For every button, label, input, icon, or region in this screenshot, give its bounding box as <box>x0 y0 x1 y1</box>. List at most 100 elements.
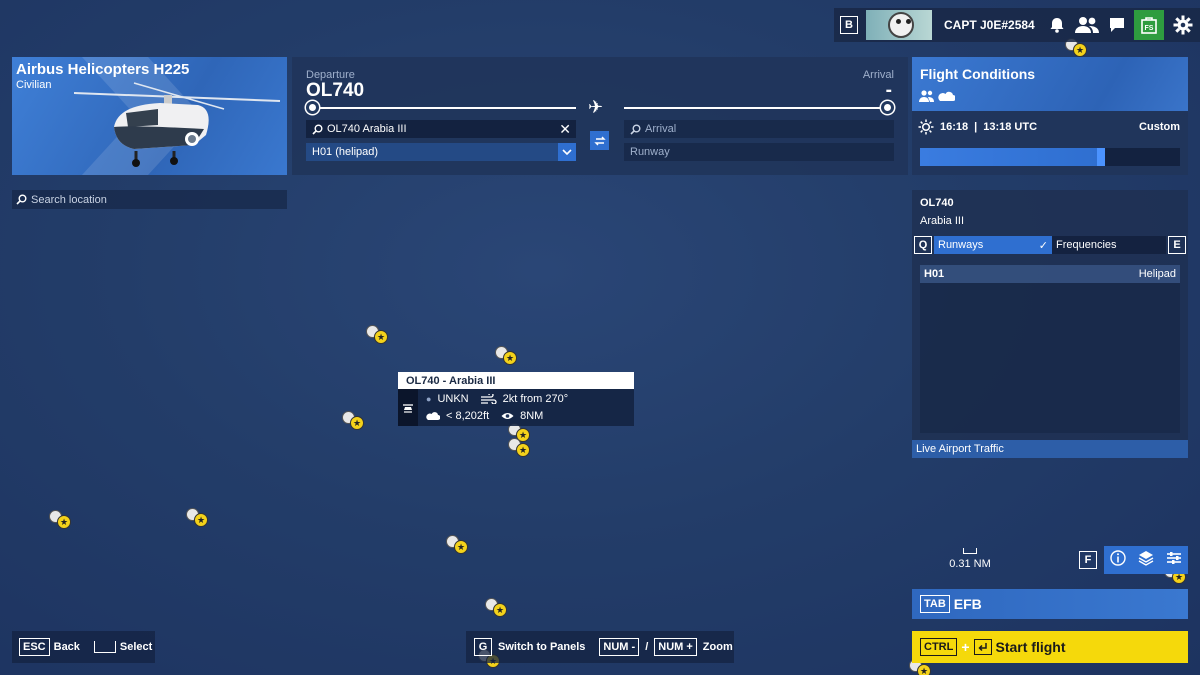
marketplace-button[interactable]: FS <box>1134 10 1164 40</box>
cloud-icon <box>426 412 440 420</box>
bell-icon[interactable] <box>1042 10 1072 40</box>
conditions-preset: Custom <box>1139 121 1180 133</box>
cloud-ceiling: < 8,202ft <box>446 410 490 422</box>
bottom-center-controls: G Switch to Panels NUM - / NUM + Zoom <box>466 631 734 663</box>
gear-icon[interactable] <box>1168 10 1198 40</box>
start-flight-button[interactable]: CTRL + Start flight <box>912 631 1188 663</box>
weather-icons <box>919 90 955 102</box>
airport-marker[interactable]: ★ <box>495 346 519 366</box>
airport-marker[interactable]: ★ <box>508 438 532 458</box>
plus-separator: + <box>961 639 970 655</box>
efb-label: EFB <box>953 596 982 612</box>
live-airport-traffic-button[interactable]: Live Airport Traffic <box>912 440 1188 458</box>
airport-code: OL740 <box>920 197 954 209</box>
airport-marker[interactable]: ★ <box>485 598 509 618</box>
layers-icon[interactable] <box>1138 550 1154 571</box>
search-icon <box>630 124 641 135</box>
flight-conditions-title: Flight Conditions <box>920 66 1036 82</box>
runway-row[interactable]: H01 Helipad <box>920 265 1180 283</box>
route-line-departure <box>312 107 576 109</box>
airport-name: Arabia III <box>920 215 965 227</box>
arrival-code: - <box>885 80 892 101</box>
runway-list <box>920 283 1180 433</box>
airport-tooltip: OL740 - Arabia III ● UNKN 2kt from 270° … <box>398 372 634 426</box>
zoom-in-key[interactable]: NUM + <box>654 638 697 656</box>
filter-key-hint: F <box>1079 551 1097 569</box>
arrival-airport-placeholder: Arrival <box>645 123 677 135</box>
flight-conditions-panel[interactable]: Flight Conditions 16:18 | 13:18 UTC Cust… <box>912 57 1188 175</box>
select-button[interactable]: Select <box>120 641 152 653</box>
marketplace-label: FS <box>1145 25 1154 32</box>
local-time: 16:18 <box>940 121 969 133</box>
back-button[interactable]: Back <box>54 641 80 653</box>
live-airport-traffic-label: Live Airport Traffic <box>916 443 1004 455</box>
tooltip-title: OL740 - Arabia III <box>398 372 634 389</box>
username[interactable]: CAPT J0E#2584 <box>944 18 1042 32</box>
search-icon <box>312 124 323 135</box>
space-key-icon <box>93 641 116 653</box>
zoom-out-key[interactable]: NUM - <box>599 638 640 656</box>
departure-parking-select[interactable]: H01 (helipad) <box>306 143 576 161</box>
metar-dot-icon: ● <box>426 394 432 404</box>
eye-icon <box>501 413 514 419</box>
chevron-down-icon[interactable] <box>558 143 576 161</box>
aircraft-category: Civilian <box>16 79 52 91</box>
arrival-runway-select[interactable]: Runway <box>624 143 894 161</box>
tab-frequencies[interactable]: Frequencies <box>1052 236 1166 254</box>
departure-dot <box>306 101 319 114</box>
aircraft-name: Airbus Helicopters H225 <box>16 61 190 78</box>
time-slider-fill <box>920 148 1097 166</box>
clear-icon[interactable]: ✕ <box>559 121 571 138</box>
start-flight-label: Start flight <box>995 639 1066 655</box>
map-scale-label: 0.31 NM <box>949 558 991 570</box>
switch-to-panels-button[interactable]: Switch to Panels <box>498 641 585 653</box>
swap-route-button[interactable] <box>590 131 609 150</box>
search-location-placeholder: Search location <box>31 193 107 206</box>
route-line-arrival <box>624 107 886 109</box>
map-tools <box>1104 546 1188 574</box>
tab-prev-key: Q <box>914 236 932 254</box>
time-of-day-slider[interactable] <box>920 148 1180 166</box>
utc-time: 13:18 UTC <box>983 121 1038 133</box>
airplane-icon: ✈ <box>588 97 604 117</box>
departure-airport-field[interactable]: OL740 Arabia III ✕ <box>306 120 576 138</box>
zoom-label: Zoom <box>702 641 733 653</box>
departure-parking-value: H01 (helipad) <box>312 146 379 158</box>
tab-runways-label: Runways <box>938 239 984 251</box>
visibility-value: 8NM <box>520 410 544 422</box>
wind-value: 2kt from 270° <box>502 393 569 405</box>
chat-icon[interactable] <box>1102 10 1132 40</box>
airport-marker[interactable]: ★ <box>49 510 73 530</box>
route-panel: Departure Arrival OL740 - ✈ OL740 Arabia… <box>292 57 908 175</box>
panels-key-hint: G <box>474 638 492 656</box>
bottom-left-controls: ESC Back Select <box>12 631 155 663</box>
scale-bar <box>963 548 977 554</box>
start-key-hint: CTRL <box>920 638 958 656</box>
time-separator: | <box>974 121 978 133</box>
heliport-icon <box>398 389 418 426</box>
filters-icon[interactable] <box>1166 551 1182 570</box>
map-scale: 0.31 NM <box>948 548 992 570</box>
top-bar: B CAPT J0E#2584 FS <box>834 8 1200 42</box>
friends-key-hint: B <box>840 16 858 34</box>
arrival-airport-field[interactable]: Arrival <box>624 120 894 138</box>
enter-key-icon <box>973 639 992 655</box>
airport-marker[interactable]: ★ <box>186 508 210 528</box>
info-icon[interactable] <box>1110 549 1126 571</box>
search-location-input[interactable]: Search location <box>12 190 287 209</box>
avatar[interactable] <box>866 10 932 40</box>
runway-id: H01 <box>924 268 945 280</box>
swap-icon <box>593 136 606 145</box>
efb-button[interactable]: TAB EFB <box>912 589 1188 619</box>
time-slider-thumb[interactable] <box>1096 148 1105 166</box>
metar-status: UNKN <box>437 393 469 405</box>
friends-icon[interactable] <box>1072 10 1102 40</box>
tab-runways[interactable]: Runways ✓ <box>934 236 1052 254</box>
sun-icon <box>918 119 934 135</box>
check-icon: ✓ <box>1038 239 1048 252</box>
airport-marker[interactable]: ★ <box>342 411 366 431</box>
aircraft-selection-card[interactable]: Airbus Helicopters H225 Civilian <box>12 57 287 175</box>
airport-marker[interactable]: ★ <box>446 535 470 555</box>
tab-next-key: E <box>1168 236 1186 254</box>
airport-marker[interactable]: ★ <box>366 325 390 345</box>
